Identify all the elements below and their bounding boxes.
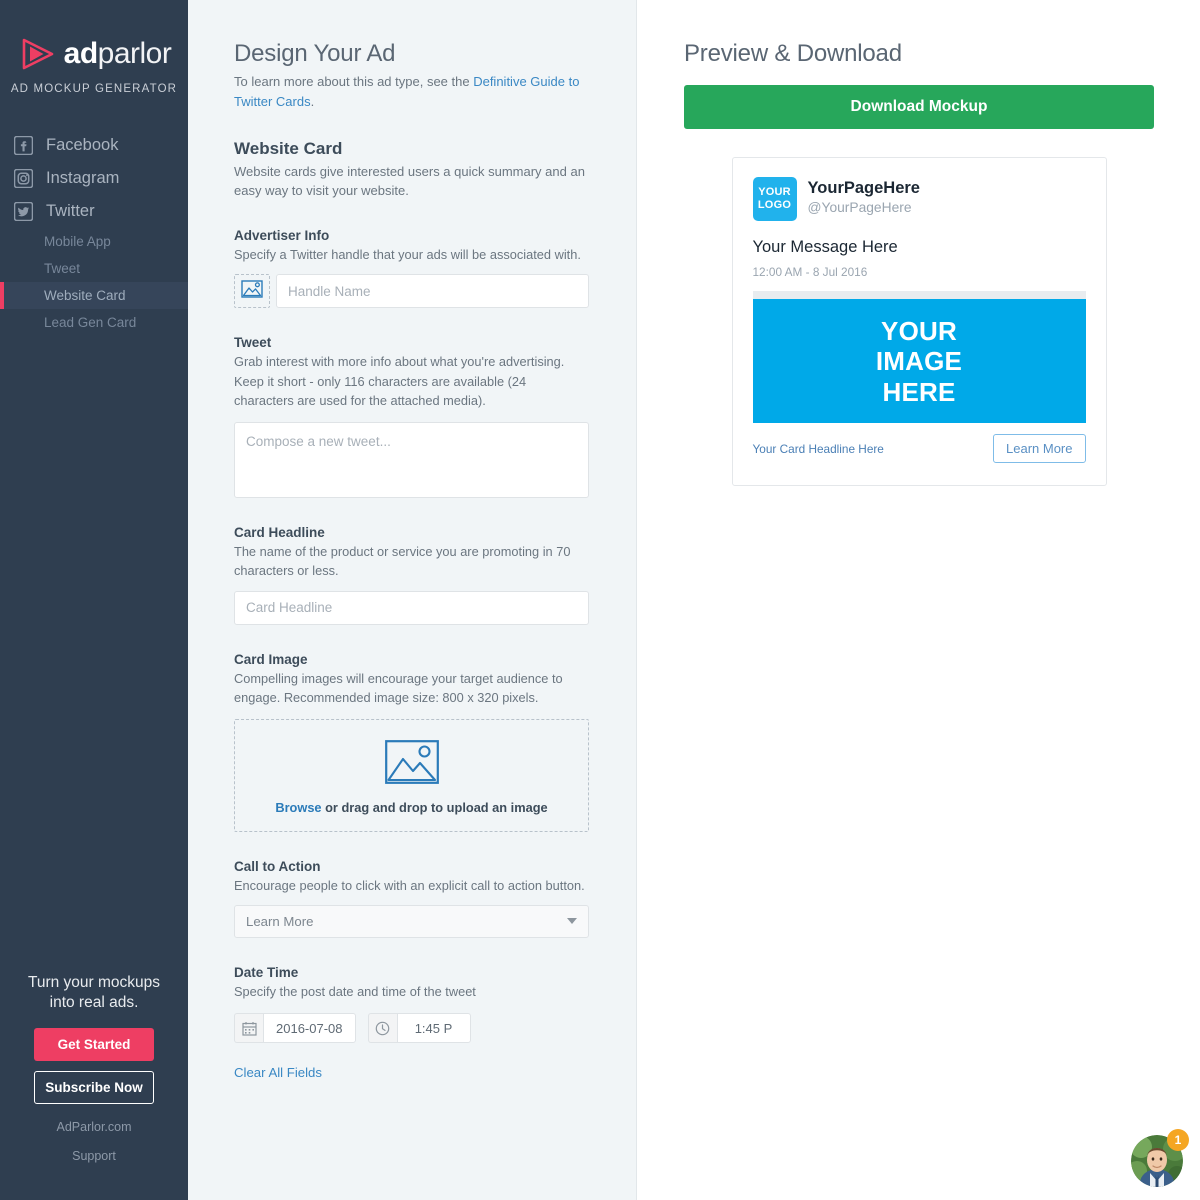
instagram-icon <box>13 168 34 189</box>
advertiser-info-label: Advertiser Info <box>234 228 330 243</box>
card-headline-input[interactable] <box>234 590 589 625</box>
tweet-preview-card: YOUR LOGO YourPageHere @YourPageHere You… <box>731 157 1107 487</box>
handle-name-input[interactable] <box>276 274 589 309</box>
advertiser-info-row <box>234 274 589 309</box>
browse-link[interactable]: Browse <box>275 800 321 815</box>
call-to-action-select-wrap: Learn More <box>234 904 589 938</box>
play-triangle-icon <box>17 34 57 74</box>
sidebar: adparlor AD MOCKUP GENERATOR Facebook In… <box>0 0 188 1200</box>
card-headline-text: Your Card Headline Here <box>752 441 884 456</box>
card-headline-label: Card Headline <box>234 524 325 540</box>
sidebar-item-label: Instagram <box>46 169 120 187</box>
tweet-description: Grab interest with more info about what … <box>234 354 565 409</box>
chat-unread-badge: 1 <box>1167 1129 1189 1151</box>
logo-word-ad: ad <box>63 37 99 70</box>
tweet-textarea[interactable] <box>234 421 589 498</box>
sidebar-subitem-tweet[interactable]: Tweet <box>0 255 188 282</box>
media-top-bar <box>752 291 1086 300</box>
tweet-message: Your Message Here <box>752 238 898 256</box>
sidebar-item-instagram[interactable]: Instagram <box>0 162 188 195</box>
tweet-timestamp: 12:00 AM - 8 Jul 2016 <box>752 265 868 280</box>
lede-suffix: . <box>310 93 315 109</box>
date-field: 2016-07-08 <box>234 1013 356 1044</box>
card-type-description: Website cards give interested users a qu… <box>234 163 585 199</box>
card-image-line-1: YOUR <box>881 315 957 346</box>
tweet-label: Tweet <box>234 335 272 351</box>
sidebar-item-label: Facebook <box>46 136 119 154</box>
chat-widget[interactable]: 1 <box>1129 1129 1189 1189</box>
twitter-icon <box>13 201 34 222</box>
logo[interactable]: adparlor <box>0 34 188 74</box>
page-lede: To learn more about this ad type, see th… <box>234 72 589 112</box>
support-link[interactable]: Support <box>24 1149 164 1163</box>
sidebar-subitem-lead-gen-card[interactable]: Lead Gen Card <box>0 309 188 336</box>
advertiser-info-description: Specify a Twitter handle that your ads w… <box>234 247 581 262</box>
tweet-card-header: YOUR LOGO YourPageHere @YourPageHere <box>752 177 1086 221</box>
time-input[interactable]: 1:45 P <box>396 1013 471 1044</box>
date-time-label: Date Time <box>234 964 299 980</box>
page-title: Design Your Ad <box>234 40 396 67</box>
sidebar-subitem-website-card[interactable]: Website Card <box>0 282 188 309</box>
avatar-line-1: YOUR <box>758 186 791 199</box>
design-form-panel: Design Your Ad To learn more about this … <box>188 0 637 1200</box>
advertiser-avatar-upload[interactable] <box>234 274 270 309</box>
adparlor-site-link[interactable]: AdParlor.com <box>24 1120 164 1134</box>
tweet-card-media: YOUR IMAGE HERE <box>752 291 1086 424</box>
handle: @YourPageHere <box>807 199 912 215</box>
date-time-description: Specify the post date and time of the tw… <box>234 983 476 999</box>
card-image-dropzone-text: Browse or drag and drop to upload an ima… <box>235 800 588 815</box>
clock-icon[interactable] <box>367 1013 397 1044</box>
upsell-headline: Turn your mockups into real ads. <box>27 974 161 1012</box>
preview-title: Preview & Download <box>684 40 902 67</box>
card-headline-description: The name of the product or service you a… <box>234 543 571 579</box>
call-to-action-description: Encourage people to click with an explic… <box>234 877 585 893</box>
image-placeholder-icon <box>241 280 263 303</box>
chevron-down-icon <box>567 918 577 925</box>
sidebar-footer: Turn your mockups into real ads. Get Sta… <box>0 973 188 1200</box>
brand-tagline: AD MOCKUP GENERATOR <box>10 83 178 95</box>
card-image-line-3: HERE <box>882 376 956 407</box>
call-to-action-label: Call to Action <box>234 858 321 874</box>
get-started-button[interactable]: Get Started <box>34 1028 154 1061</box>
drop-hint: or drag and drop to upload an image <box>321 799 548 815</box>
avatar-line-2: LOGO <box>757 199 792 211</box>
card-image-description: Compelling images will encourage your ta… <box>234 670 563 706</box>
sidebar-item-facebook[interactable]: Facebook <box>0 129 188 162</box>
date-input[interactable]: 2016-07-08 <box>263 1013 356 1044</box>
calendar-icon[interactable] <box>234 1013 263 1044</box>
call-to-action-select[interactable]: Learn More <box>234 904 589 938</box>
tweet-card-footer: Your Card Headline Here Learn More <box>752 434 1086 464</box>
learn-more-button[interactable]: Learn More <box>993 434 1086 464</box>
facebook-icon <box>13 135 34 156</box>
sidebar-item-twitter[interactable]: Twitter <box>0 195 188 228</box>
sidebar-item-label: Twitter <box>46 202 95 220</box>
time-field: 1:45 P <box>367 1013 471 1044</box>
avatar: YOUR LOGO <box>752 177 797 221</box>
card-image-dropzone[interactable]: Browse or drag and drop to upload an ima… <box>234 718 589 832</box>
image-placeholder-icon <box>384 739 439 789</box>
logo-word-parlor: parlor <box>97 37 172 70</box>
subscribe-now-button[interactable]: Subscribe Now <box>34 1071 154 1104</box>
app-root: adparlor AD MOCKUP GENERATOR Facebook In… <box>0 0 1200 1200</box>
card-image-line-2: IMAGE <box>875 346 963 377</box>
card-image-placeholder: YOUR IMAGE HERE <box>752 299 1086 424</box>
card-image-label: Card Image <box>234 651 308 667</box>
sidebar-nav: Facebook Instagram Twitter Mobile App Tw… <box>0 129 188 336</box>
tweet-card-names: YourPageHere @YourPageHere <box>808 177 921 217</box>
preview-panel: Preview & Download Download Mockup YOUR … <box>637 0 1200 1200</box>
sidebar-subitem-mobile-app[interactable]: Mobile App <box>0 228 188 255</box>
clear-all-fields-link[interactable]: Clear All Fields <box>234 1065 322 1080</box>
date-time-row: 2016-07-08 1:45 P <box>234 1013 589 1044</box>
download-mockup-button[interactable]: Download Mockup <box>684 85 1154 129</box>
card-type-title: Website Card <box>234 138 343 158</box>
logo-wordmark: adparlor <box>64 39 172 69</box>
display-name: YourPageHere <box>807 179 921 197</box>
lede-prefix: To learn more about this ad type, see th… <box>234 74 474 89</box>
brand-block: adparlor AD MOCKUP GENERATOR <box>0 0 188 96</box>
